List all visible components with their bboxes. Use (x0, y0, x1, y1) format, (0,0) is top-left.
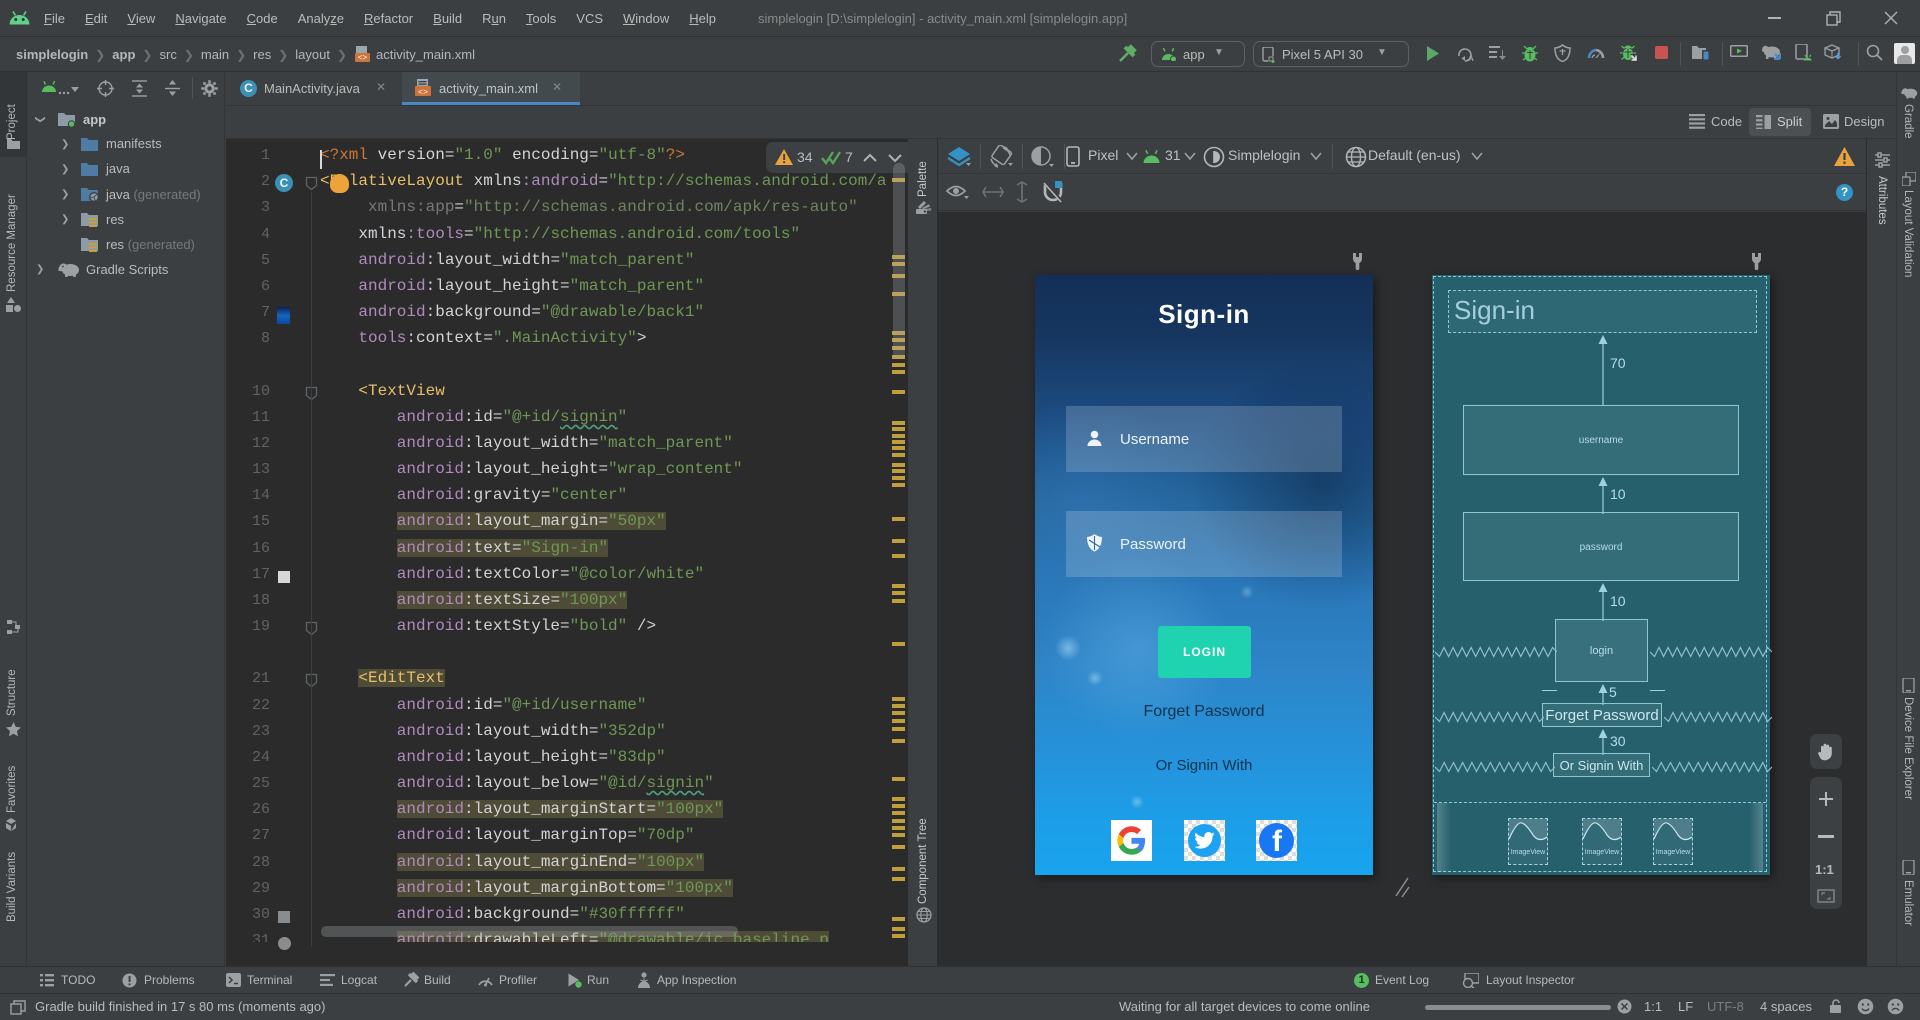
svg-text:A: A (1468, 54, 1474, 62)
svg-text:<>: <> (358, 54, 368, 62)
svg-text:<>: <> (418, 88, 428, 97)
